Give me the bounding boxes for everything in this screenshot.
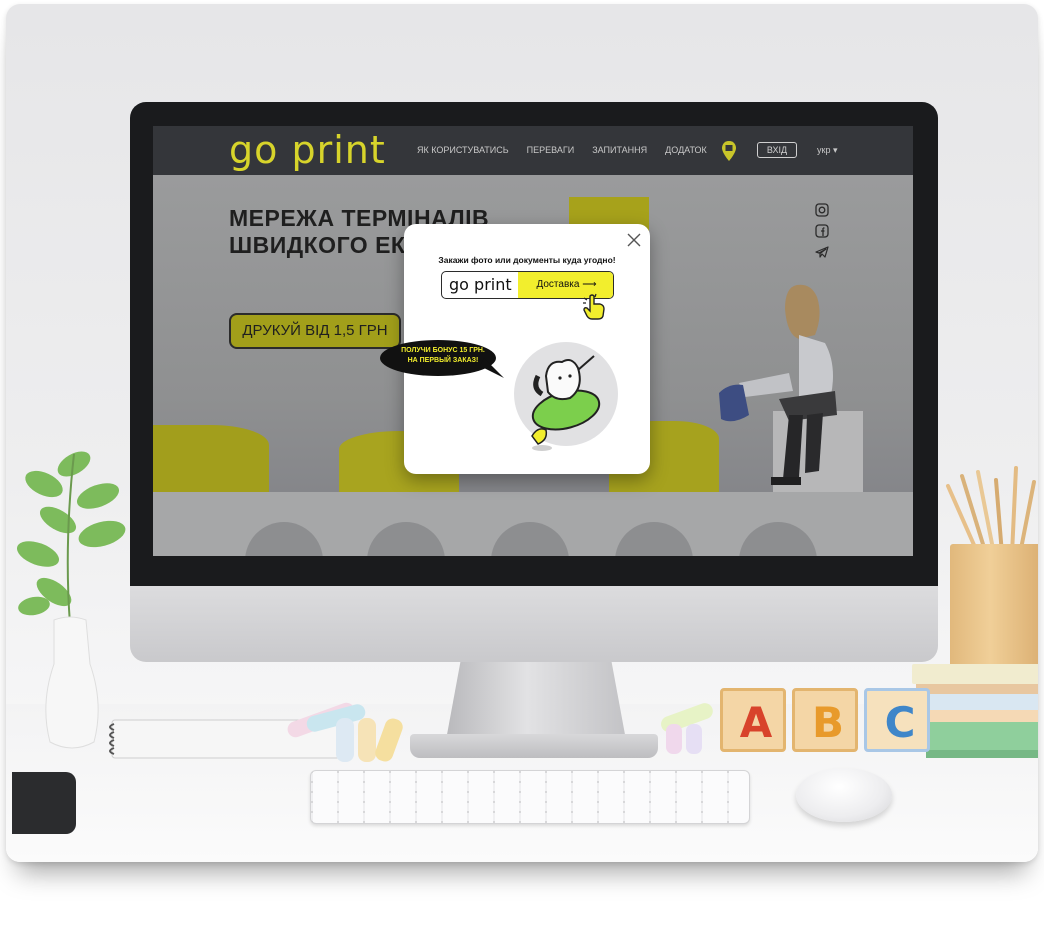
keyboard [310, 770, 750, 824]
block-letter-c: C [884, 698, 916, 747]
smartphone [12, 772, 76, 834]
modal-logo: go print [449, 275, 512, 294]
modal-title: Закажи фото или документы куда угодно! [438, 255, 616, 265]
pointer-hand-icon [583, 293, 605, 320]
pencil-holder [950, 544, 1038, 682]
block-letter-b: B [811, 698, 844, 747]
monitor-stand-base [410, 734, 658, 758]
mascot-illustration [514, 342, 618, 451]
block-a: A [720, 688, 786, 752]
monitor-chin [130, 586, 938, 662]
mouse [796, 768, 892, 822]
pencils [946, 466, 1036, 556]
block-b: B [792, 688, 858, 752]
promo-modal: Закажи фото или документы куда угодно! g… [380, 224, 650, 474]
photo-frame: A B C go print ЯК КОРИСТУВАТИСЬ ПЕРЕВАГИ… [6, 4, 1038, 862]
abc-blocks: A B C [720, 688, 930, 754]
monitor-stand [446, 662, 626, 740]
close-icon[interactable] [627, 233, 641, 247]
block-c: C [864, 688, 930, 752]
block-letter-a: A [739, 698, 773, 747]
monitor-screen: go print ЯК КОРИСТУВАТИСЬ ПЕРЕВАГИ ЗАПИТ… [153, 126, 913, 556]
pastel-chalks-right [661, 703, 713, 754]
bonus-text: ПОЛУЧИ БОНУС 15 ГРН. НА ПЕРВЫЙ ЗАКАЗ! [401, 347, 485, 364]
